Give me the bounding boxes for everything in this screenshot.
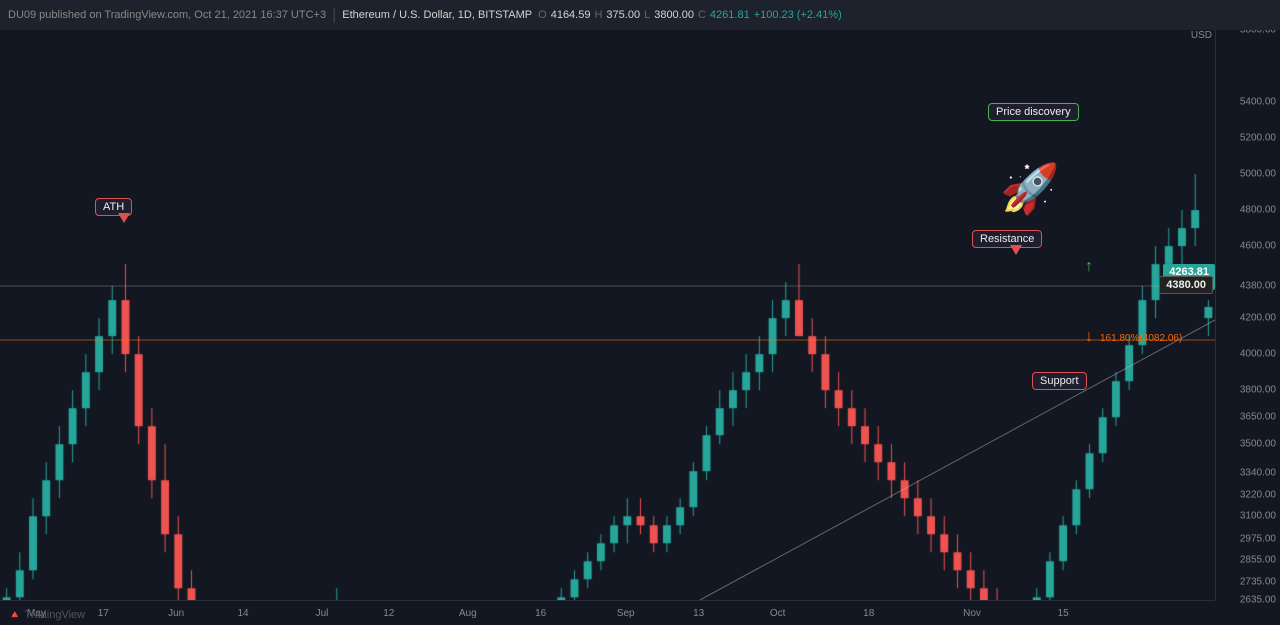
resistance-arrow <box>1010 245 1022 255</box>
price-scale-label: 2635.00 <box>1240 595 1276 606</box>
up-arrow-green: ↑ <box>1085 258 1093 276</box>
l-label: L <box>644 9 650 21</box>
resistance-annotation: Resistance <box>972 230 1042 248</box>
fib-label: 161.80%(4082.06) <box>1100 333 1182 344</box>
price-scale-label: 5000.00 <box>1240 169 1276 180</box>
tv-watermark: 🔺 TradingView <box>8 608 85 621</box>
time-axis-label: Jun <box>168 608 184 619</box>
price-scale-label: 2855.00 <box>1240 555 1276 566</box>
ath-arrow <box>118 213 130 223</box>
time-axis-label: 14 <box>237 608 248 619</box>
chg-val: +100.23 (+2.41%) <box>754 9 842 21</box>
time-axis-label: Sep <box>617 608 635 619</box>
down-arrow-orange: ↓ <box>1085 328 1093 346</box>
time-axis-label: Jul <box>316 608 329 619</box>
price-scale-label: 3500.00 <box>1240 439 1276 450</box>
price-scale-label: 3340.00 <box>1240 468 1276 479</box>
time-axis-label: 13 <box>693 608 704 619</box>
price-scale-label: 5400.00 <box>1240 97 1276 108</box>
price-scale: 5800.005400.005200.005000.004800.004600.… <box>1215 30 1280 600</box>
usd-label: USD <box>1191 30 1212 41</box>
price-scale-label: 5200.00 <box>1240 133 1276 144</box>
time-axis-label: 12 <box>383 608 394 619</box>
price-scale-label: 4800.00 <box>1240 205 1276 216</box>
c-label: C <box>698 9 706 21</box>
time-axis-label: Aug <box>459 608 477 619</box>
price-scale-label: 2735.00 <box>1240 576 1276 587</box>
top-bar: DU09 published on TradingView.com, Oct 2… <box>0 0 1280 30</box>
price-scale-label: 3650.00 <box>1240 412 1276 423</box>
price-scale-label: 3220.00 <box>1240 489 1276 500</box>
time-axis-label: Nov <box>963 608 981 619</box>
time-axis: May17Jun14Jul12Aug16Sep13Oct18Nov15 <box>0 600 1215 625</box>
time-axis-label: 16 <box>535 608 546 619</box>
time-axis-label: Oct <box>770 608 786 619</box>
price-scale-label: 3800.00 <box>1240 385 1276 396</box>
o-val: 4164.59 <box>551 9 591 21</box>
chart-area: ATH Resistance Support Price discovery 🚀… <box>0 30 1215 600</box>
time-axis-label: 18 <box>863 608 874 619</box>
l-val: 3800.00 <box>654 9 694 21</box>
pair-info: Ethereum / U.S. Dollar, 1D, BITSTAMP <box>342 9 532 21</box>
time-axis-label: 15 <box>1058 608 1069 619</box>
price-scale-label: 2975.00 <box>1240 533 1276 544</box>
rocket-emoji: 🚀 <box>1000 160 1060 217</box>
price-scale-label: 4380.00 <box>1240 280 1276 291</box>
chart-container: DU09 published on TradingView.com, Oct 2… <box>0 0 1280 625</box>
ohlc-info: O 4164.59 H 375.00 L 3800.00 C 4261.81 +… <box>538 9 842 21</box>
watermark-user: DU09 published on TradingView.com, Oct 2… <box>8 9 326 21</box>
price-scale-label: 3100.00 <box>1240 511 1276 522</box>
h-val: 375.00 <box>606 9 640 21</box>
price-discovery-annotation: Price discovery <box>988 103 1079 121</box>
h-label: H <box>594 9 602 21</box>
price-scale-label: 4000.00 <box>1240 349 1276 360</box>
price-scale-label: 4600.00 <box>1240 241 1276 252</box>
price-scale-label: 4200.00 <box>1240 313 1276 324</box>
support-annotation: Support <box>1032 372 1087 390</box>
time-axis-label: 17 <box>98 608 109 619</box>
price-tag-4380: 4380.00 <box>1159 276 1213 294</box>
o-label: O <box>538 9 547 21</box>
c-val: 4261.81 <box>710 9 750 21</box>
